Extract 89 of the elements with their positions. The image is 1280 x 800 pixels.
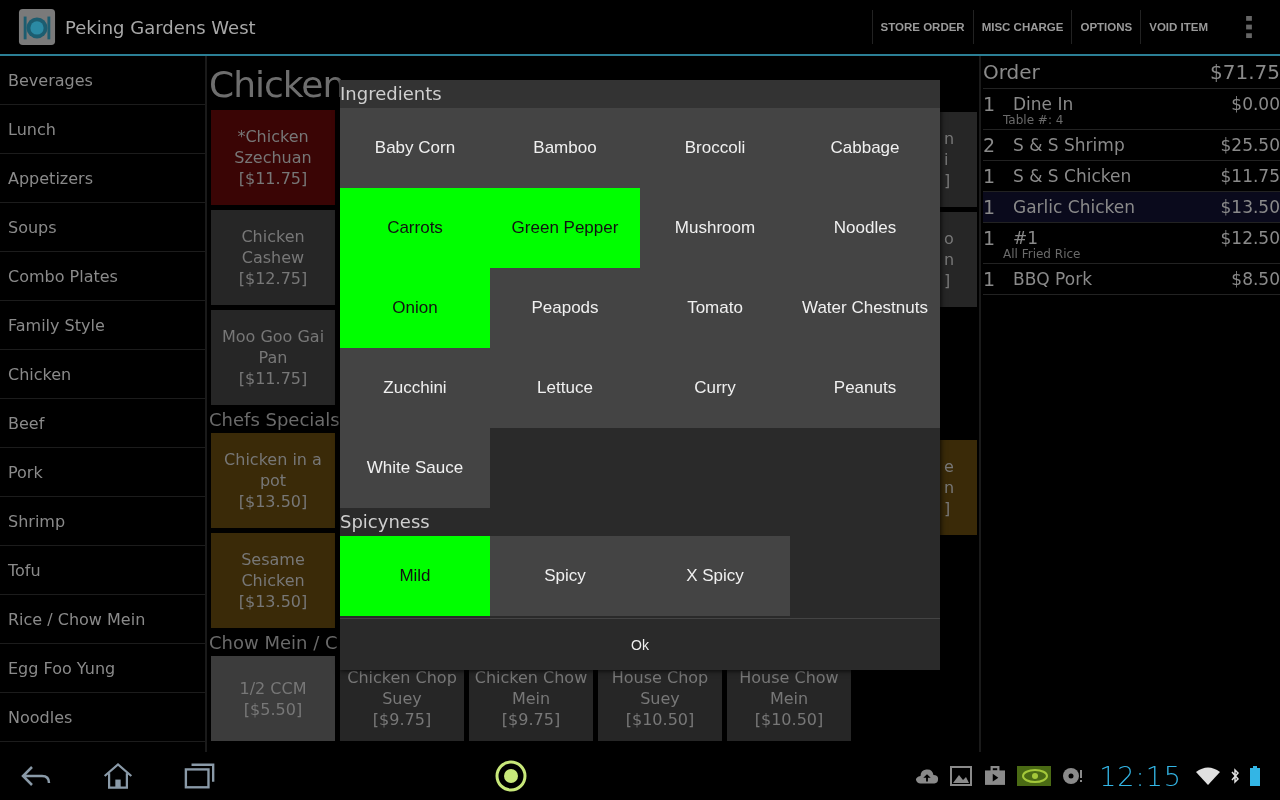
cloud-upload-icon: [915, 766, 940, 786]
action-button[interactable]: OPTIONS: [1071, 10, 1141, 44]
category-item[interactable]: Appetizers: [0, 154, 205, 203]
item-price: $12.50: [1220, 228, 1280, 248]
item-price: $13.50: [1220, 197, 1280, 217]
option-toggle[interactable]: Mild: [340, 536, 490, 616]
item-name: S & S Shrimp: [1013, 135, 1126, 155]
quantity: 2: [983, 134, 997, 156]
overflow-menu-icon[interactable]: [1246, 15, 1252, 39]
menu-item-tile[interactable]: o n ]: [940, 212, 977, 307]
menu-item-tile[interactable]: Moo Goo Gai Pan [$11.75]: [211, 310, 335, 405]
option-toggle[interactable]: Broccoli: [640, 108, 790, 188]
item-price: $0.00: [1231, 94, 1280, 114]
option-toggle[interactable]: White Sauce: [340, 428, 490, 508]
battery-icon: [1250, 766, 1260, 786]
menu-item-tile[interactable]: e n ]: [940, 440, 977, 535]
order-title: Order: [983, 60, 1040, 84]
item-note: Table #: 4: [1002, 113, 1065, 127]
app-title: Peking Gardens West: [65, 16, 256, 38]
option-toggle[interactable]: Zucchini: [340, 348, 490, 428]
option-toggle[interactable]: Peanuts: [790, 348, 940, 428]
option-toggle[interactable]: Onion: [340, 268, 490, 348]
category-item[interactable]: Shrimp: [0, 497, 205, 546]
clock: 12:15: [1099, 760, 1182, 792]
item-name: #1: [1013, 228, 1040, 248]
item-name: BBQ Pork: [1013, 269, 1093, 289]
category-item[interactable]: Tofu: [0, 546, 205, 595]
order-line[interactable]: 2 S & S Shrimp $25.50: [983, 130, 1280, 161]
item-price: $25.50: [1220, 135, 1280, 155]
quantity: 1: [983, 268, 997, 290]
option-toggle[interactable]: Noodles: [790, 188, 940, 268]
category-item[interactable]: Combo Plates: [0, 252, 205, 301]
eye-logo-icon: [1017, 766, 1052, 786]
briefcase-icon: [983, 766, 1008, 786]
action-button[interactable]: MISC CHARGE: [972, 10, 1072, 44]
category-item[interactable]: Egg Foo Yung: [0, 644, 205, 693]
ok-button[interactable]: Ok: [340, 618, 940, 670]
option-toggle[interactable]: Bamboo: [490, 108, 640, 188]
quantity: 1: [983, 93, 997, 115]
option-toggle[interactable]: Green Pepper: [490, 188, 640, 268]
home-icon[interactable]: [102, 762, 134, 790]
option-toggle[interactable]: Water Chestnuts: [790, 268, 940, 348]
option-toggle[interactable]: Baby Corn: [340, 108, 490, 188]
item-price: $8.50: [1231, 269, 1280, 289]
quantity: 1: [983, 196, 997, 218]
option-toggle[interactable]: Cabbage: [790, 108, 940, 188]
item-price: $11.75: [1220, 166, 1280, 186]
option-toggle[interactable]: Peapods: [490, 268, 640, 348]
menu-item-tile[interactable]: *Chicken Szechuan [$11.75]: [211, 110, 335, 205]
item-name: Dine In: [1013, 94, 1075, 114]
quantity: 1: [983, 227, 997, 249]
option-toggle[interactable]: Spicy: [490, 536, 640, 616]
category-item[interactable]: Beverages: [0, 56, 205, 105]
category-item[interactable]: Family Style: [0, 301, 205, 350]
target-icon[interactable]: [493, 759, 528, 793]
quantity: 1: [983, 165, 997, 187]
category-item[interactable]: Noodles: [0, 693, 205, 742]
option-toggle[interactable]: Lettuce: [490, 348, 640, 428]
option-toggle[interactable]: Mushroom: [640, 188, 790, 268]
section-heading: Chow Mein / C: [209, 631, 338, 655]
item-name: S & S Chicken: [1013, 166, 1133, 186]
group-title: Ingredients: [340, 80, 940, 108]
order-line[interactable]: 1 #1 $12.50 All Fried Rice: [983, 223, 1280, 264]
recent-apps-icon[interactable]: [184, 762, 216, 790]
option-toggle[interactable]: X Spicy: [640, 536, 790, 616]
item-note: All Fried Rice: [1002, 247, 1082, 261]
group-title: Spicyness: [340, 510, 431, 534]
category-item[interactable]: Beef: [0, 399, 205, 448]
category-item[interactable]: Lunch: [0, 105, 205, 154]
order-line[interactable]: 1 BBQ Pork $8.50: [983, 264, 1280, 295]
section-heading: Chefs Specials: [209, 408, 340, 432]
option-toggle[interactable]: Tomato: [640, 268, 790, 348]
category-item[interactable]: Chicken: [0, 350, 205, 399]
order-total: $71.75: [1210, 60, 1280, 84]
item-name: Garlic Chicken: [1013, 197, 1136, 217]
category-item[interactable]: Pork: [0, 448, 205, 497]
option-toggle[interactable]: Curry: [640, 348, 790, 428]
wifi-icon: [1196, 766, 1220, 786]
action-button[interactable]: VOID ITEM: [1140, 10, 1216, 44]
category-item[interactable]: Soups: [0, 203, 205, 252]
bluetooth-icon: [1230, 766, 1240, 786]
category-item[interactable]: Rice / Chow Mein: [0, 595, 205, 644]
menu-item-tile[interactable]: n i ]: [940, 112, 977, 207]
action-button[interactable]: STORE ORDER: [871, 10, 973, 44]
plate-icon: [18, 8, 56, 46]
image-icon: [949, 766, 974, 786]
option-toggle[interactable]: Carrots: [340, 188, 490, 268]
menu-item-tile[interactable]: Chicken Cashew [$12.75]: [211, 210, 335, 305]
order-line[interactable]: 1 Dine In $0.00 Table #: 4: [983, 89, 1280, 130]
